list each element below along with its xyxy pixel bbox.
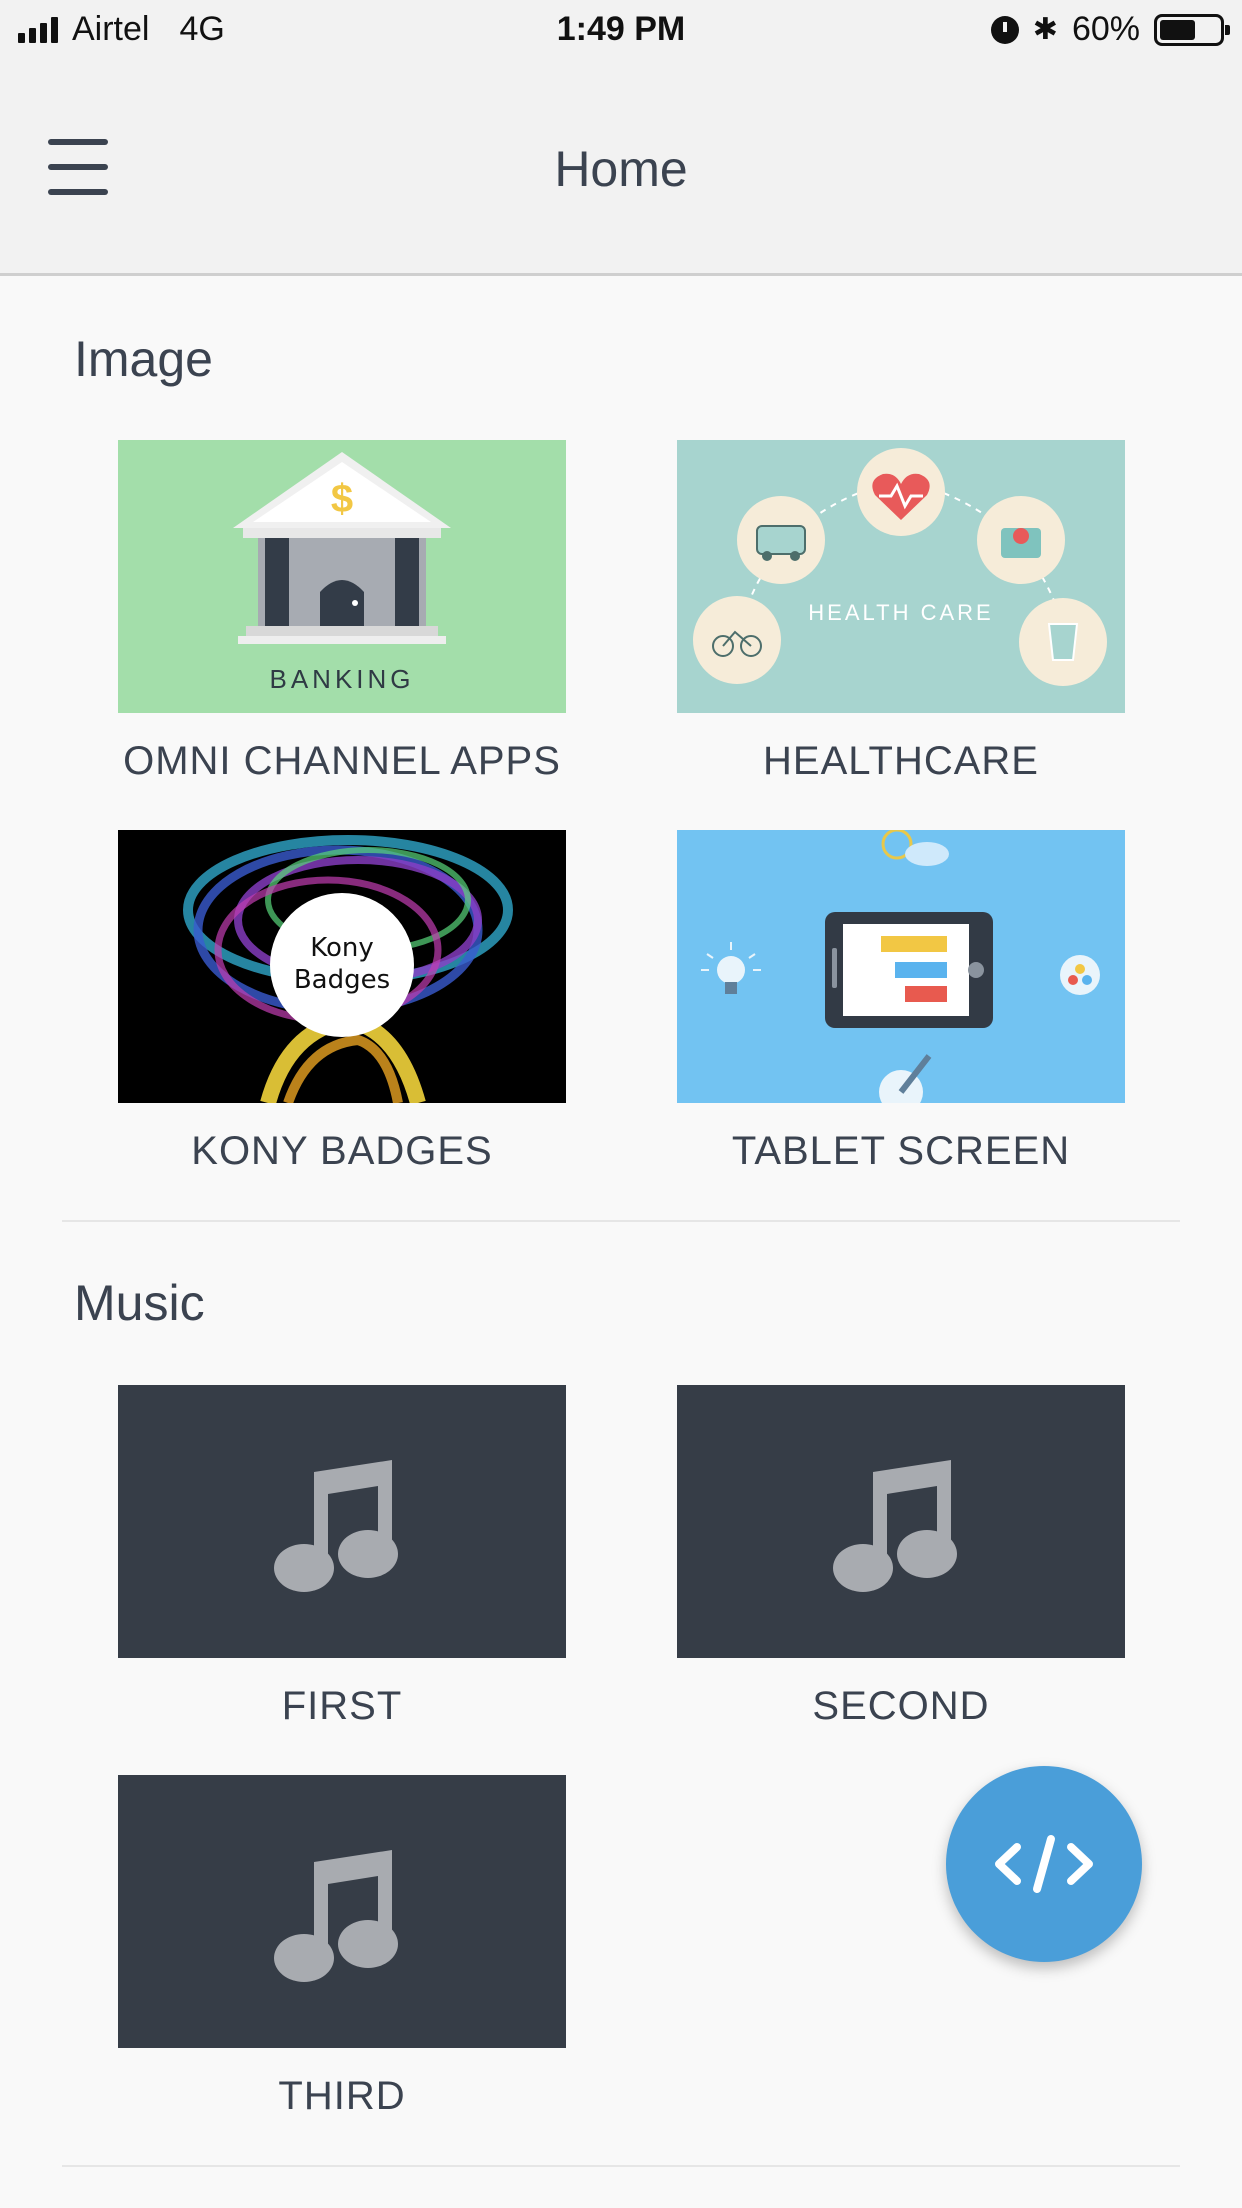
battery-icon [1154, 13, 1230, 46]
tile-label: OMNI CHANNEL APPS [123, 739, 561, 783]
tile-label: THIRD [278, 2074, 406, 2118]
section-divider [62, 1220, 1180, 1222]
tile-kony-badges[interactable]: Kony Badges KONY BADGES [118, 830, 566, 1174]
code-fab-button[interactable] [946, 1766, 1142, 1962]
music-note-icon [274, 1459, 398, 1592]
music-note-icon [833, 1459, 957, 1592]
banking-image: $ BANKING [118, 440, 566, 713]
tablet-screen-image [677, 830, 1125, 1103]
alarm-icon [990, 15, 1019, 44]
app-header: Home [0, 62, 1242, 276]
tile-tablet-screen[interactable]: TABLET SCREEN [677, 830, 1125, 1174]
bluetooth-icon: ✱ [1032, 13, 1058, 46]
section-title-music: Music [74, 1275, 205, 1331]
tile-label: SECOND [812, 1684, 990, 1728]
tile-label: HEALTHCARE [763, 739, 1039, 783]
healthcare-image: HEALTH CARE [677, 440, 1125, 713]
banking-caption: BANKING [269, 664, 414, 694]
music-tile-image [118, 1775, 566, 2048]
battery-percent: 60% [1071, 10, 1140, 48]
page-title: Home [554, 141, 688, 197]
healthcare-caption: HEALTH CARE [808, 600, 993, 625]
section-divider [62, 2165, 1180, 2167]
tile-label: FIRST [281, 1684, 403, 1728]
music-tile-image [118, 1385, 566, 1658]
music-tile-image [677, 1385, 1125, 1658]
tile-music-third[interactable]: THIRD [118, 1775, 566, 2119]
section-title-image: Image [74, 331, 213, 387]
tile-label: KONY BADGES [191, 1129, 493, 1173]
tile-label: TABLET SCREEN [731, 1129, 1071, 1173]
kony-badges-caption-line1: Kony [310, 933, 374, 963]
tile-music-second[interactable]: SECOND [677, 1385, 1125, 1729]
tile-omni-channel-apps[interactable]: $ BANKING OMNI CHANNEL APPS [118, 440, 566, 784]
music-note-icon [274, 1849, 398, 1982]
kony-badges-caption-line2: Badges [294, 965, 390, 995]
tile-music-first[interactable]: FIRST [118, 1385, 566, 1729]
status-right: ✱ 60% [990, 10, 1230, 49]
kony-badges-image: Kony Badges [118, 830, 566, 1103]
status-bar: Airtel 4G 1:49 PM ✱ 60% [0, 0, 1242, 62]
tile-healthcare[interactable]: HEALTH CARE HEALTHCARE [677, 440, 1125, 784]
svg-text:$: $ [331, 477, 353, 521]
code-icon [995, 1835, 1093, 1893]
